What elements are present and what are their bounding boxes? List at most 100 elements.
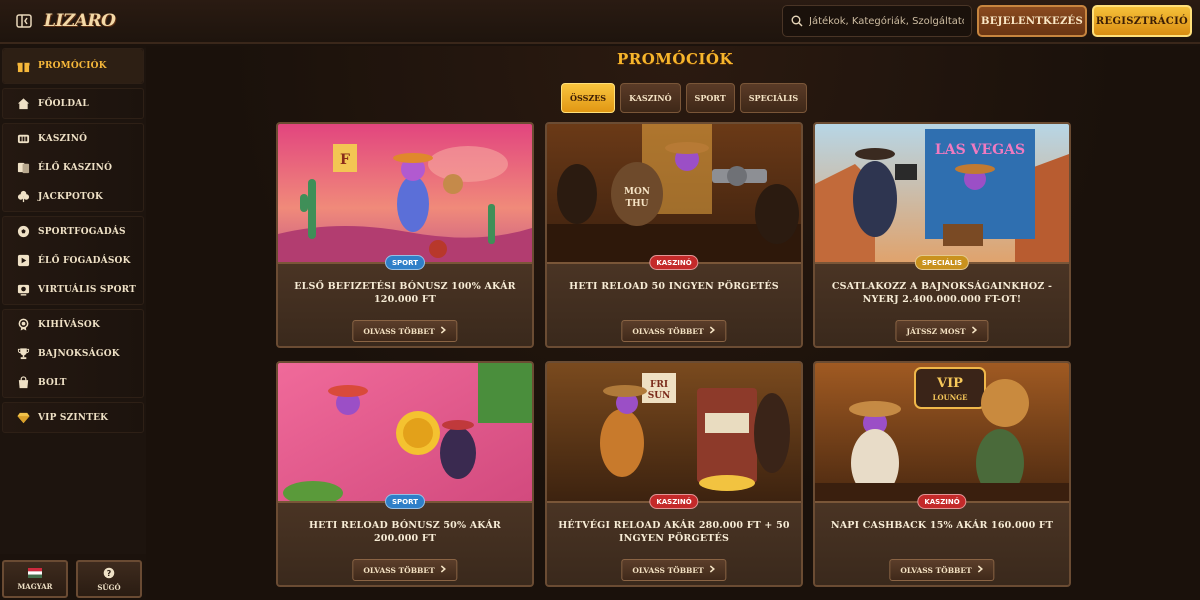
sidebar-item-label: BOLT [38, 377, 67, 388]
gift-icon [17, 60, 30, 73]
promo-card[interactable]: SPORT HETI RELOAD BÓNUSZ 50% AKÁR 200.00… [276, 361, 534, 587]
sidebar-item-vip-levels[interactable]: VIP SZINTEK [3, 403, 143, 432]
sidebar-item-shop[interactable]: BOLT [3, 368, 143, 397]
promo-action-label: OLVASS TÖBBET [632, 326, 704, 336]
chevron-right-icon [972, 326, 978, 336]
promo-action-button[interactable]: OLVASS TÖBBET [352, 559, 458, 581]
category-badge: SPECIÁLIS [914, 255, 970, 270]
svg-text:SUN: SUN [648, 391, 671, 401]
chevron-right-icon [978, 565, 984, 575]
sidebar-toggle-icon[interactable] [14, 12, 34, 30]
promo-card[interactable]: VIP LOUNGE KASZINÓ NAPI CASHBACK 15% AKÁ… [813, 361, 1071, 587]
medal-icon [17, 318, 30, 331]
sidebar-item-label: ÉLŐ FOGADÁSOK [38, 255, 131, 266]
tab-sport[interactable]: SPORT [685, 83, 735, 113]
register-button[interactable]: REGISZTRÁCIÓ [1092, 5, 1192, 37]
cards-icon [17, 161, 30, 174]
promo-card-body: SPECIÁLIS CSATLAKOZZ A BAJNOKSÁGAINKHOZ … [815, 255, 1069, 346]
promo-action-label: OLVASS TÖBBET [632, 565, 704, 575]
category-badge: SPORT [385, 255, 425, 270]
promo-card[interactable]: F SPORT ELSŐ BEFIZETÉSI BÓNUSZ 100% AKÁR… [276, 122, 534, 348]
promo-title: HETI RELOAD 50 INGYEN PÖRGETÉS [569, 281, 779, 292]
play-icon [17, 254, 30, 267]
image-sign-text: VIP [936, 376, 963, 391]
sidebar-item-label: JACKPOTOK [38, 191, 103, 202]
chevron-right-icon [710, 326, 716, 336]
promo-card[interactable]: LAS VEGAS SPECIÁLIS CSATLAKOZZ A BAJNOKS… [813, 122, 1071, 348]
category-badge: KASZINÓ [917, 494, 967, 509]
promo-card-body: SPORT HETI RELOAD BÓNUSZ 50% AKÁR 200.00… [278, 494, 532, 585]
promo-action-label: OLVASS TÖBBET [363, 565, 435, 575]
lizaro-logo[interactable]: LIZARO [44, 6, 116, 38]
category-badge: KASZINÓ [649, 255, 699, 270]
sidebar-item-sportsbetting[interactable]: SPORTFOGADÁS [3, 217, 143, 246]
sidebar-item-label: BAJNOKSÁGOK [38, 348, 120, 359]
promo-action-label: OLVASS TÖBBET [363, 326, 435, 336]
search-box[interactable] [782, 5, 972, 37]
home-icon [17, 97, 30, 110]
sidebar-item-label: ÉLŐ KASZINÓ [38, 162, 113, 173]
promo-action-button[interactable]: OLVASS TÖBBET [889, 559, 995, 581]
page-title: PROMÓCIÓK [616, 50, 734, 68]
promo-title: ELSŐ BEFIZETÉSI BÓNUSZ 100% AKÁR 120.000… [294, 281, 516, 305]
nav-group-casino: KASZINÓ ÉLŐ KASZINÓ JACKPOTOK [2, 123, 144, 212]
help-button[interactable]: ? SÚGÓ [76, 560, 142, 598]
promo-card[interactable]: FRI SUN KASZINÓ HÉTVÉGI RELOAD AKÁR 280.… [545, 361, 803, 587]
promo-title: HÉTVÉGI RELOAD AKÁR 280.000 FT + 50 INGY… [558, 520, 790, 544]
svg-text:THU: THU [625, 199, 648, 209]
sidebar: PROMÓCIÓK FŐOLDAL KASZINÓ ÉLŐ KASZINÓ JA… [0, 48, 146, 554]
nav-group-challenges: KIHÍVÁSOK BAJNOKSÁGOK BOLT [2, 309, 144, 398]
chevron-right-icon [710, 565, 716, 575]
promo-title: NAPI CASHBACK 15% AKÁR 160.000 FT [830, 520, 1054, 531]
shop-icon [17, 376, 30, 389]
sidebar-item-label: FŐOLDAL [38, 98, 89, 109]
promo-image-saloon-money-bag: MON THU [547, 124, 801, 264]
sidebar-item-challenges[interactable]: KIHÍVÁSOK [3, 310, 143, 339]
promo-action-button[interactable]: OLVASS TÖBBET [621, 559, 727, 581]
promo-image-vip-lounge: VIP LOUNGE [815, 363, 1069, 503]
image-day-text: FRI [650, 380, 668, 390]
search-input[interactable] [809, 15, 964, 27]
nav-group-vip: VIP SZINTEK [2, 402, 144, 433]
sidebar-item-home[interactable]: FŐOLDAL [3, 89, 143, 118]
sidebar-item-live-betting[interactable]: ÉLŐ FOGADÁSOK [3, 246, 143, 275]
language-button[interactable]: MAGYAR [2, 560, 68, 598]
tab-all[interactable]: ÖSSZES [561, 83, 616, 113]
login-button[interactable]: BEJELENTKEZÉS [977, 5, 1087, 37]
ball-icon [17, 225, 30, 238]
sidebar-item-label: VIP SZINTEK [38, 412, 109, 423]
promo-title: HETI RELOAD BÓNUSZ 50% AKÁR 200.000 FT [308, 520, 502, 544]
sidebar-item-label: KASZINÓ [38, 133, 88, 144]
tab-casino[interactable]: KASZINÓ [620, 83, 681, 113]
sidebar-item-promotions[interactable]: PROMÓCIÓK [3, 49, 143, 83]
help-icon: ? [103, 567, 115, 581]
image-day-text: MON [624, 187, 650, 197]
promo-card-body: SPORT ELSŐ BEFIZETÉSI BÓNUSZ 100% AKÁR 1… [278, 255, 532, 346]
nav-group-home: FŐOLDAL [2, 88, 144, 119]
nav-group-sports: SPORTFOGADÁS ÉLŐ FOGADÁSOK VIRTUÁLIS SPO… [2, 216, 144, 305]
hungarian-flag-icon [28, 567, 42, 580]
promo-action-label: OLVASS TÖBBET [900, 565, 972, 575]
promo-action-button[interactable]: OLVASS TÖBBET [352, 320, 458, 342]
diamond-icon [17, 411, 30, 424]
promo-action-button[interactable]: OLVASS TÖBBET [621, 320, 727, 342]
promo-card[interactable]: MON THU KASZINÓ HETI RELOAD 50 INGYEN PÖ… [545, 122, 803, 348]
sidebar-item-label: SPORTFOGADÁS [38, 226, 126, 237]
svg-text:F: F [340, 152, 350, 168]
sidebar-item-label: KIHÍVÁSOK [38, 319, 100, 330]
sidebar-item-casino[interactable]: KASZINÓ [3, 124, 143, 153]
promo-card-body: KASZINÓ HÉTVÉGI RELOAD AKÁR 280.000 FT +… [547, 494, 801, 585]
promo-action-button[interactable]: JÁTSSZ MOST [895, 320, 989, 342]
sidebar-item-jackpots[interactable]: JACKPOTOK [3, 182, 143, 211]
chevron-right-icon [441, 565, 447, 575]
help-label: SÚGÓ [97, 582, 121, 592]
svg-text:LOUNGE: LOUNGE [933, 393, 968, 402]
sidebar-item-live-casino[interactable]: ÉLŐ KASZINÓ [3, 153, 143, 182]
sidebar-item-tournaments[interactable]: BAJNOKSÁGOK [3, 339, 143, 368]
trophy-icon [17, 347, 30, 360]
image-sign-text: LAS VEGAS [935, 142, 1025, 158]
tab-special[interactable]: SPECIÁLIS [739, 83, 808, 113]
language-label: MAGYAR [17, 581, 53, 591]
sidebar-item-virtual-sports[interactable]: VIRTUÁLIS SPORT [3, 275, 143, 304]
promo-image-gold-coin-action [278, 363, 532, 503]
